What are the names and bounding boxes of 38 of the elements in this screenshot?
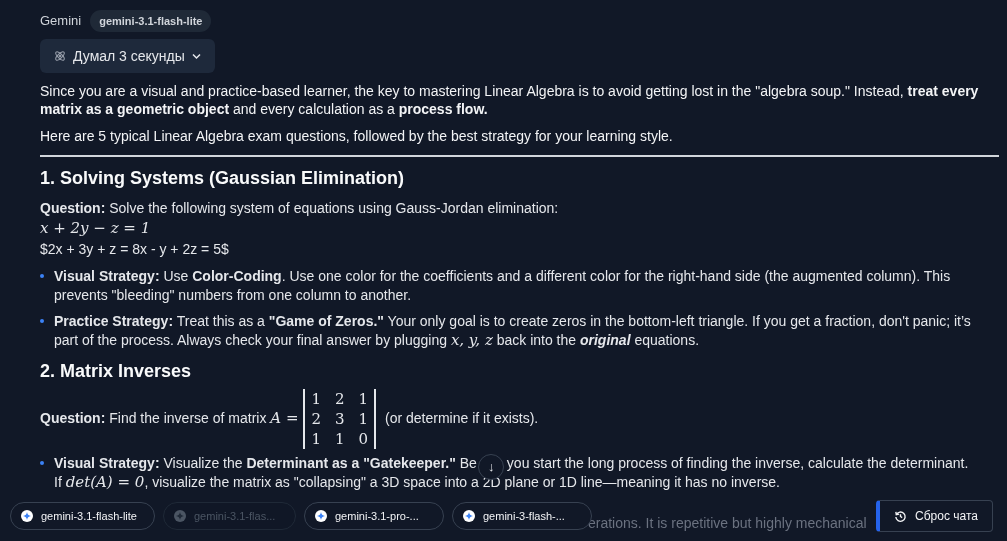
text: If (54, 474, 63, 490)
math-expression: A = (270, 408, 299, 427)
model-badge: gemini-3.1-flash-lite (90, 9, 212, 33)
matrix-entry: 2 (335, 389, 345, 409)
sparkle-icon (315, 510, 327, 522)
sparkle-icon (21, 510, 33, 522)
text: you start the long process of finding the inverse, calculate the determinant. (506, 455, 969, 471)
chevron-icon (191, 52, 201, 60)
matrix-entry: 1 (311, 429, 321, 449)
matrix-entry: 2 (311, 409, 321, 429)
paragraph: Here are 5 typical Linear Algebra exam questions, followed by the best strategy for your learning style. (40, 127, 674, 145)
model-chip[interactable]: gemini-3.1-flash-lite (10, 502, 155, 530)
text: Question: Find the inverse of matrix (40, 409, 268, 426)
text: Visual Strategy: Visualize the Determinant as a "Gatekeeper." Be (54, 455, 477, 471)
atom-icon (54, 50, 66, 62)
section-heading: 2. Matrix Inverses (40, 360, 193, 383)
reset-chat-button[interactable]: Сброс чата (876, 500, 993, 532)
matrix-entry: 1 (358, 389, 369, 409)
text: $2x + 3y + z = 8x - y + 2z = 5$ (40, 241, 229, 257)
model-chip[interactable]: gemini-3.1-pro-... (304, 502, 444, 530)
text: (or determine if it exists). (384, 409, 539, 426)
thinking-toggle[interactable]: Думал 3 секунды (40, 39, 215, 73)
section-heading: 1. Solving Systems (Gaussian Elimination) (40, 167, 406, 190)
reset-icon (894, 509, 908, 523)
sparkle-icon (463, 510, 475, 522)
matrix-entry: 3 (335, 409, 345, 429)
bullet-text: Visual Strategy: Use Color-Coding. Use one color for the coefficients and a different color for the right-hand side (the augmented column). This prevents "bleeding" numbers from one column to another. (54, 267, 952, 305)
matrix-entry: 1 (358, 409, 369, 429)
math-expression: x + 2y − z = 1 (40, 219, 151, 237)
bullet-text: Practice Strategy: Treat this as a "Game of Zeros." Your only goal is to create zeros in the bottom-left triangle. If you get a fraction, don't panic; it’s part of the process. Always check your final answer by plugging x, y, z back into the original equations. (54, 312, 972, 350)
math-expression: det(A) = 0 (65, 473, 145, 491)
sparkle-icon (174, 510, 186, 522)
matrix-entry: 1 (311, 389, 321, 409)
matrix-entry: 0 (358, 429, 369, 449)
paragraph: Since you are a visual and practice-based learner, the key to mastering Linear Algebra is to avoid getting lost in the "algebra soup." Instead, treat every matrix as a geometric object and every calculation as a process flow. (40, 82, 980, 118)
text: Question: Solve the following system of equations using Gauss-Jordan elimination: (40, 200, 559, 216)
assistant-name: Gemini (40, 12, 82, 31)
matrix-entry: 1 (335, 429, 345, 449)
